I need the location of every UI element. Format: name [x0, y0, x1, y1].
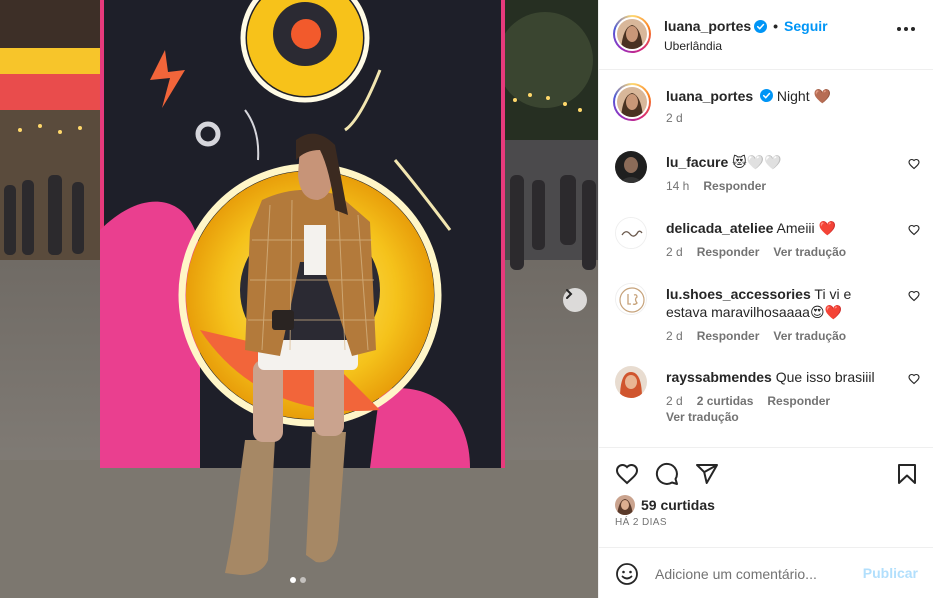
carousel-indicator: [290, 577, 306, 583]
comment-age[interactable]: 2 d: [666, 394, 683, 408]
author-avatar[interactable]: [613, 15, 651, 53]
verified-badge-icon: [754, 19, 768, 33]
follow-button[interactable]: Seguir: [784, 18, 828, 34]
post-location[interactable]: Uberlândia: [664, 39, 722, 53]
avatar-image: [617, 19, 647, 49]
caption-emoji: 🤎: [813, 88, 831, 104]
commenter-avatar[interactable]: [615, 217, 647, 249]
comments-list: luana_portes Night 🤎 2 d lu_facure 😻🤍🤍 1…: [599, 71, 933, 447]
caption-avatar[interactable]: [613, 83, 651, 121]
emoji-icon[interactable]: [615, 562, 639, 586]
comment-text: Ameiii ❤️: [776, 220, 836, 236]
comment-username[interactable]: lu.shoes_accessories: [666, 286, 811, 302]
avatar-image: [617, 87, 647, 117]
add-comment-bar: Publicar: [599, 547, 933, 598]
caption-username[interactable]: luana_portes: [666, 88, 753, 104]
avatar-image: [616, 218, 646, 248]
heart-icon[interactable]: [615, 462, 639, 486]
post-actions: 59 curtidas HÁ 2 DIAS: [599, 447, 933, 547]
avatar-image: [615, 366, 647, 398]
commenter-avatar[interactable]: [615, 151, 647, 183]
post-header: luana_portes • Seguir Uberlândia: [599, 0, 933, 70]
comment-text: Que isso brasiiil: [775, 369, 875, 385]
comment-like-heart-icon[interactable]: [908, 290, 920, 302]
comment-username[interactable]: lu_facure: [666, 154, 728, 170]
likes-count[interactable]: 59 curtidas: [641, 497, 715, 513]
avatar-image: [615, 495, 635, 515]
commenter-avatar[interactable]: [615, 283, 647, 315]
carousel-next-button[interactable]: [563, 288, 587, 312]
post-caption: luana_portes Night 🤎 2 d: [613, 83, 920, 125]
comment-like-heart-icon[interactable]: [908, 158, 920, 170]
caption-text: Night: [776, 88, 810, 104]
share-icon[interactable]: [695, 462, 719, 486]
bookmark-icon[interactable]: [895, 462, 919, 486]
likes-summary[interactable]: 59 curtidas: [615, 495, 715, 515]
commenter-avatar[interactable]: [615, 366, 647, 398]
carousel-dot: [300, 577, 306, 583]
chevron-right-icon: [566, 289, 573, 299]
comment-text: 😻🤍🤍: [732, 154, 782, 170]
comment-age[interactable]: 14 h: [666, 179, 689, 193]
comment-age[interactable]: 2 d: [666, 329, 683, 343]
translate-button[interactable]: Ver tradução: [773, 329, 846, 343]
publish-button[interactable]: Publicar: [863, 565, 918, 581]
post-side-panel: luana_portes • Seguir Uberlândia luana_p…: [598, 0, 933, 598]
avatar-image: [615, 151, 647, 183]
verified-badge-icon: [760, 89, 774, 102]
comment-likes-count[interactable]: 2 curtidas: [697, 394, 754, 408]
post-photo: [0, 0, 598, 598]
translate-button[interactable]: Ver tradução: [773, 245, 846, 259]
carousel-dot: [290, 577, 296, 583]
reply-button[interactable]: Responder: [697, 329, 760, 343]
author-username[interactable]: luana_portes: [664, 18, 751, 34]
comment-username[interactable]: delicada_ateliee: [666, 220, 773, 236]
caption-age[interactable]: 2 d: [666, 111, 683, 125]
reply-button[interactable]: Responder: [703, 179, 766, 193]
comment-like-heart-icon[interactable]: [908, 224, 920, 236]
reply-button[interactable]: Responder: [697, 245, 760, 259]
comment-item: rayssabmendes Que isso brasiiil 2 d 2 cu…: [615, 366, 920, 424]
translate-button[interactable]: Ver tradução: [666, 410, 739, 424]
comment-input[interactable]: [655, 562, 855, 586]
header-separator: •: [773, 18, 779, 34]
comment-item: lu_facure 😻🤍🤍 14 h Responder: [615, 151, 920, 193]
avatar-image: [616, 284, 646, 314]
reply-button[interactable]: Responder: [767, 394, 830, 408]
liker-avatar: [615, 495, 635, 515]
more-options-icon[interactable]: [897, 27, 915, 31]
comment-username[interactable]: rayssabmendes: [666, 369, 772, 385]
comment-like-heart-icon[interactable]: [908, 373, 920, 385]
comment-item: delicada_ateliee Ameiii ❤️ 2 d Responder…: [615, 217, 920, 259]
post-date[interactable]: HÁ 2 DIAS: [615, 517, 667, 528]
photo-illustration: [0, 0, 598, 598]
comment-item: lu.shoes_accessories Ti vi e estava mara…: [615, 283, 920, 343]
comment-age[interactable]: 2 d: [666, 245, 683, 259]
comment-icon[interactable]: [655, 462, 679, 486]
